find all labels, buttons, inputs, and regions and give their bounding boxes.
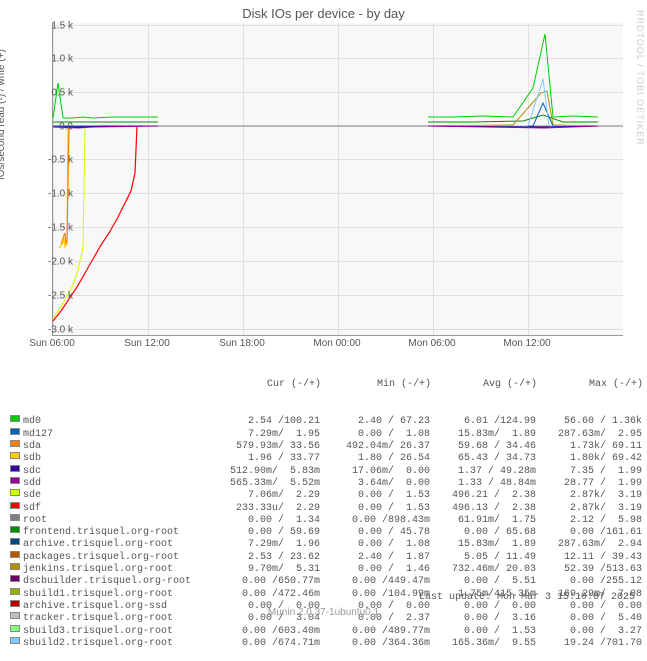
legend-swatch xyxy=(10,563,20,570)
y-axis-label: IOs/second read (-) / write (+) xyxy=(0,49,7,180)
series-cur: 7.29m/ 1.96 xyxy=(208,539,320,551)
y-tick-label: -2.5 k xyxy=(33,291,73,302)
x-tick-label: Mon 00:00 xyxy=(313,338,360,349)
series-avg: 65.43 / 34.73 xyxy=(430,453,536,465)
legend-swatch xyxy=(10,551,20,558)
legend-row: md02.54 /100.212.40 / 67.236.01 /124.995… xyxy=(10,415,643,427)
series-name: sdb xyxy=(23,453,208,465)
series-avg: 496.21 / 2.38 xyxy=(430,490,536,502)
legend-swatch xyxy=(10,637,20,644)
plot-svg xyxy=(53,23,623,335)
series-cur: 2.54 /100.21 xyxy=(208,416,320,428)
legend-swatch xyxy=(10,489,20,496)
series-name: dscbuilder.trisquel.org-root xyxy=(23,576,208,588)
series-name: archive.trisquel.org-root xyxy=(23,539,208,551)
legend-swatch xyxy=(10,625,20,632)
series-cur: 0.00 /674.71m xyxy=(208,638,320,650)
series-cur: 0.00 /650.77m xyxy=(208,576,320,588)
legend-swatch xyxy=(10,575,20,582)
legend-swatch xyxy=(10,452,20,459)
legend-header: Cur (-/+)Min (-/+)Avg (-/+)Max (-/+) xyxy=(10,379,643,391)
series-max: 56.60 / 1.36k xyxy=(536,416,642,428)
series-max: 1.80k/ 69.42 xyxy=(536,453,642,465)
series-min: 0.00 / 1.53 xyxy=(320,490,430,502)
legend-row: sda579.93m/ 33.56492.04m/ 26.3759.68 / 3… xyxy=(10,440,643,452)
x-tick-label: Sun 06:00 xyxy=(29,338,75,349)
series-cur: 1.96 / 33.77 xyxy=(208,453,320,465)
series-avg: 6.01 /124.99 xyxy=(430,416,536,428)
legend-row: sdc512.90m/ 5.83m17.06m/ 0.001.37 / 49.2… xyxy=(10,465,643,477)
series-min: 0.00 /364.36m xyxy=(320,638,430,650)
x-tick-label: Sun 18:00 xyxy=(219,338,265,349)
y-tick-label: -1.5 k xyxy=(33,223,73,234)
series-avg: 15.83m/ 1.89 xyxy=(430,539,536,551)
legend-row: sdd565.33m/ 5.52m3.64m/ 0.001.33 / 48.84… xyxy=(10,477,643,489)
y-tick-label: 0.5 k xyxy=(33,88,73,99)
legend-row: archive.trisquel.org-root7.29m/ 1.960.00… xyxy=(10,538,643,550)
series-avg: 165.36m/ 9.55 xyxy=(430,638,536,650)
plot-area xyxy=(52,23,623,336)
legend-swatch xyxy=(10,502,20,509)
watermark-text: RRDTOOL / TOBI OETIKER xyxy=(635,10,645,146)
series-cur: 7.06m/ 2.29 xyxy=(208,490,320,502)
series-min: 2.40 / 67.23 xyxy=(320,416,430,428)
legend-swatch xyxy=(10,477,20,484)
legend-swatch xyxy=(10,588,20,595)
series-max: 0.00 / 3.27 xyxy=(536,626,642,638)
legend-row: sbuild2.trisquel.org-root0.00 /674.71m0.… xyxy=(10,637,643,649)
series-avg: 0.00 / 5.51 xyxy=(430,576,536,588)
x-tick-label: Sun 12:00 xyxy=(124,338,170,349)
legend-row: md1277.29m/ 1.950.00 / 1.0815.83m/ 1.892… xyxy=(10,428,643,440)
y-tick-label: 0.0 xyxy=(33,122,73,133)
series-max: 19.24 /701.70 xyxy=(536,638,642,650)
legend-swatch xyxy=(10,600,20,607)
series-max: 0.00 /255.12 xyxy=(536,576,642,588)
series-max: 2.87k/ 3.19 xyxy=(536,490,642,502)
legend-row: jenkins.trisquel.org-root9.70m/ 5.310.00… xyxy=(10,563,643,575)
last-update-text: Last update: Mon Mar 3 15:10:07 2025 xyxy=(419,592,635,603)
series-min: 1.80 / 26.54 xyxy=(320,453,430,465)
legend-row: packages.trisquel.org-root2.53 / 23.622.… xyxy=(10,551,643,563)
legend-swatch xyxy=(10,526,20,533)
legend-row: sdb1.96 / 33.771.80 / 26.5465.43 / 34.73… xyxy=(10,452,643,464)
legend-row: sde7.06m/ 2.290.00 / 1.53496.21 / 2.382.… xyxy=(10,489,643,501)
series-name: sde xyxy=(23,490,208,502)
y-tick-label: -3.0 k xyxy=(33,325,73,336)
legend-row: dscbuilder.trisquel.org-root0.00 /650.77… xyxy=(10,575,643,587)
x-tick-label: Mon 06:00 xyxy=(408,338,455,349)
series-max: 287.63m/ 2.94 xyxy=(536,539,642,551)
series-name: sbuild2.trisquel.org-root xyxy=(23,638,208,650)
chart-title: Disk IOs per device - by day xyxy=(0,0,647,23)
y-tick-label: 1.0 k xyxy=(33,54,73,65)
x-tick-label: Mon 12:00 xyxy=(503,338,550,349)
legend-row: sbuild3.trisquel.org-root0.00 /603.40m0.… xyxy=(10,625,643,637)
legend-row: frontend.trisquel.org-root0.00 / 59.690.… xyxy=(10,526,643,538)
series-name: sbuild3.trisquel.org-root xyxy=(23,626,208,638)
legend-swatch xyxy=(10,538,20,545)
y-tick-label: -0.5 k xyxy=(33,155,73,166)
series-min: 0.00 /489.77m xyxy=(320,626,430,638)
footer-text: Munin 2.0.37-1ubuntu0.1 xyxy=(0,607,647,618)
series-avg: 0.00 / 1.53 xyxy=(430,626,536,638)
legend-swatch xyxy=(10,514,20,521)
y-tick-label: 1.5 k xyxy=(33,21,73,32)
legend-swatch xyxy=(10,428,20,435)
y-tick-label: -1.0 k xyxy=(33,189,73,200)
series-name: md0 xyxy=(23,416,208,428)
legend-row: sdf233.33u/ 2.290.00 / 1.53496.13 / 2.38… xyxy=(10,502,643,514)
y-tick-label: -2.0 k xyxy=(33,257,73,268)
series-min: 0.00 /449.47m xyxy=(320,576,430,588)
series-cur: 0.00 /603.40m xyxy=(208,626,320,638)
legend-swatch xyxy=(10,415,20,422)
legend-swatch xyxy=(10,465,20,472)
legend-row: root0.00 / 1.340.00 /898.43m61.91m/ 1.75… xyxy=(10,514,643,526)
legend-swatch xyxy=(10,440,20,447)
series-min: 0.00 / 1.08 xyxy=(320,539,430,551)
